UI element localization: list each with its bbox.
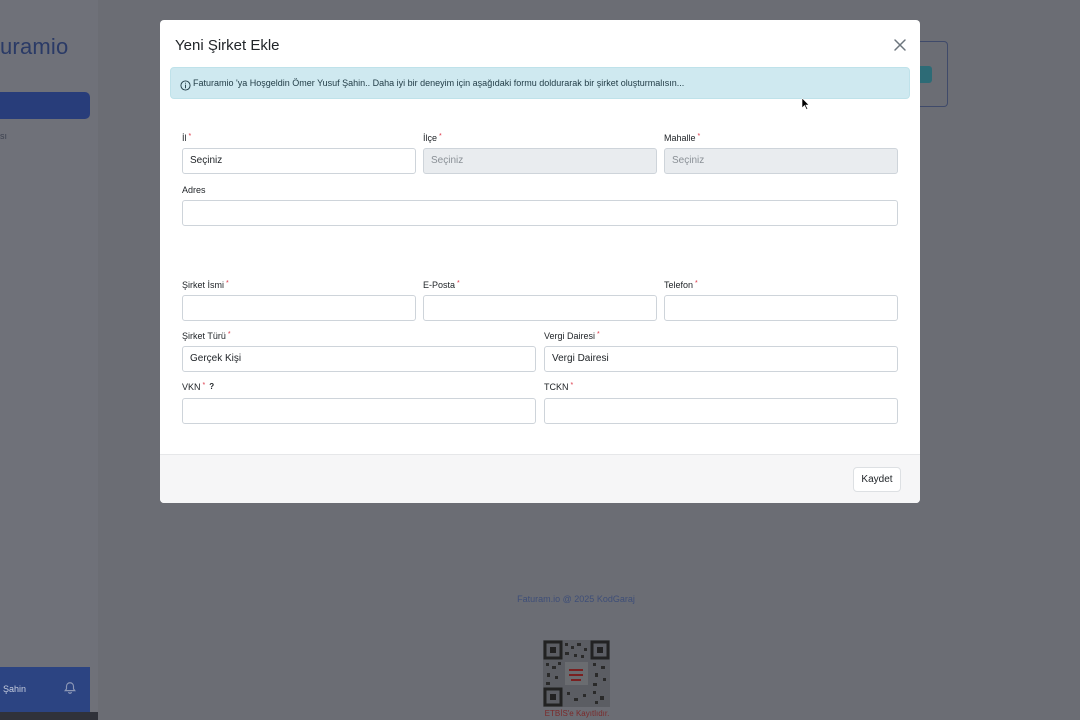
vkn-input[interactable] [182, 398, 536, 424]
new-company-modal: Yeni Şirket Ekle Faturamio 'ya Hoşgeldin… [160, 20, 920, 503]
mahalle-label: Mahalle * [664, 133, 701, 143]
background-card-button [918, 66, 932, 83]
bell-icon[interactable] [63, 681, 77, 695]
tckn-label: TCKN * [544, 382, 574, 392]
adres-label: Adres [182, 185, 206, 195]
sidebar-bottom-bar [0, 712, 98, 720]
sidebar: uramio sı Şahin [0, 0, 98, 720]
vkn-help-icon[interactable]: ? [209, 382, 214, 391]
sidebar-item-active[interactable] [0, 92, 90, 119]
sidebar-user-bar[interactable]: Şahin [0, 667, 90, 712]
etbis-label[interactable]: ETBİS'e Kayıtlıdır. [532, 709, 622, 718]
qr-code[interactable] [543, 640, 610, 707]
alert-text: Faturamio 'ya Hoşgeldin Ömer Yusuf Şahin… [193, 78, 685, 88]
ilce-label: İlçe * [423, 133, 442, 143]
footer-copyright: Faturam.io @ 2025 KodGaraj [517, 594, 635, 604]
adres-input[interactable] [182, 200, 898, 226]
sirket-ismi-input[interactable] [182, 295, 416, 321]
il-label: İl * [182, 133, 192, 143]
mahalle-select[interactable]: Seçiniz [664, 148, 898, 174]
vkn-label: VKN *? [182, 382, 215, 392]
modal-footer: Kaydet [160, 454, 920, 503]
save-button[interactable]: Kaydet [853, 467, 901, 492]
telefon-label: Telefon * [664, 280, 698, 290]
vergi-dairesi-select[interactable]: Vergi Dairesi [544, 346, 898, 372]
sirket-ismi-label: Şirket İsmi * [182, 280, 229, 290]
info-icon [180, 78, 191, 91]
telefon-input[interactable] [664, 295, 898, 321]
modal-title: Yeni Şirket Ekle [175, 37, 280, 54]
sirket-turu-label: Şirket Türü * [182, 331, 231, 341]
close-icon[interactable] [892, 37, 908, 53]
sidebar-item-label[interactable]: sı [0, 131, 7, 141]
user-name: Şahin [3, 684, 27, 694]
eposta-label: E-Posta * [423, 280, 460, 290]
mouse-cursor-icon [801, 97, 810, 110]
ilce-select[interactable]: Seçiniz [423, 148, 657, 174]
eposta-input[interactable] [423, 295, 657, 321]
app-logo[interactable]: uramio [0, 34, 68, 60]
close-button[interactable] [892, 37, 908, 53]
vergi-dairesi-label: Vergi Dairesi * [544, 331, 600, 341]
tckn-input[interactable] [544, 398, 898, 424]
welcome-alert: Faturamio 'ya Hoşgeldin Ömer Yusuf Şahin… [170, 67, 910, 99]
il-select[interactable]: Seçiniz [182, 148, 416, 174]
sirket-turu-select[interactable]: Gerçek Kişi [182, 346, 536, 372]
